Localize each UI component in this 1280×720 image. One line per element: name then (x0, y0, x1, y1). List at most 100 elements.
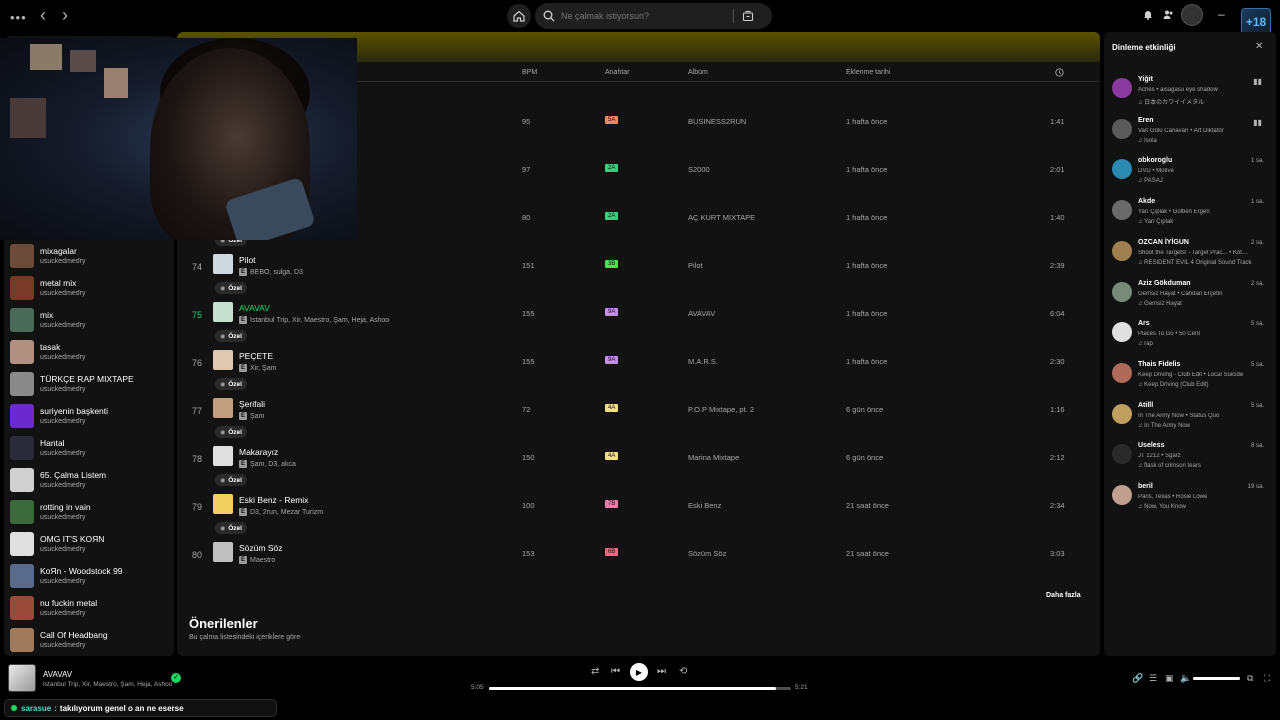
friend-avatar[interactable] (1112, 322, 1132, 343)
back-arrow-icon[interactable]: ‹ (36, 6, 50, 24)
friend-context[interactable]: ♫ flask of crimson tears (1138, 463, 1201, 469)
track-artists-text[interactable]: Istanbul Trip, Xir, Maestro, Şam, Heja, … (250, 317, 389, 324)
column-album[interactable]: Albüm (688, 69, 708, 76)
track-album[interactable]: Eski Benz (688, 501, 721, 510)
friend-track[interactable]: JT 1212 • Sgarz (1138, 453, 1250, 459)
track-artists-text[interactable]: Maestro (250, 557, 275, 564)
friend-activity-item[interactable]: obkoroglu DVD • Motive ♫ PASAJ 1 sa. (1112, 157, 1272, 197)
friend-avatar[interactable] (1112, 118, 1132, 139)
track-album[interactable]: Pilot (688, 261, 703, 270)
queue-icon[interactable]: ☰ (1149, 673, 1157, 684)
friend-name[interactable]: Akde (1138, 198, 1155, 205)
friend-name[interactable]: Aziz Gökduman (1138, 280, 1191, 287)
track-row[interactable]: 75 AVAVAV E Istanbul Trip, Xir, Maestro, Şa… (177, 292, 1100, 340)
friend-activity-item[interactable]: Atilll In The Army Now • Status Quo ♫ In T… (1112, 402, 1272, 442)
track-title[interactable]: Pilot (239, 255, 256, 265)
progress-bar[interactable] (489, 687, 791, 690)
show-more-button[interactable]: Daha fazla (1046, 592, 1081, 599)
library-playlist-item[interactable]: rotting in vain usuckedmedry (10, 496, 170, 528)
friend-name[interactable]: OZCAN İYİGUN (1138, 239, 1189, 246)
now-playing-title[interactable]: AVAVAV (43, 670, 72, 679)
friend-context[interactable]: ♫ Gemsiz Hayat (1138, 301, 1182, 307)
connect-device-icon[interactable]: ▣ (1165, 673, 1174, 684)
track-artists-text[interactable]: BEBO, sulga, D3 (250, 269, 303, 276)
track-row[interactable]: 74 Pilot E BEBO, sulga, D3 151 3B Pilot 1 hafta… (177, 244, 1100, 292)
track-title[interactable]: Şerifali (239, 399, 265, 409)
home-button[interactable] (507, 4, 531, 28)
friend-track[interactable]: Gemsiz Hayat • Candan Erçetin (1138, 291, 1250, 297)
library-playlist-item[interactable]: 65. Çalma Listem usuckedmedry (10, 464, 170, 496)
friend-track[interactable]: Keep Driving - Club Edit • Local Suicide (1138, 372, 1250, 378)
friend-avatar[interactable] (1112, 240, 1132, 261)
friend-track[interactable]: Van Gölü Canavarı • Art Diktatör (1138, 128, 1250, 134)
friend-track[interactable]: Paris, Texas • Rosie Lowe (1138, 494, 1250, 500)
track-album[interactable]: Sözüm Söz (688, 549, 726, 558)
library-playlist-item[interactable]: tasak usuckedmedry (10, 336, 170, 368)
friend-avatar[interactable] (1112, 159, 1132, 180)
friend-activity-item[interactable]: Yiğit Aches • aisagasu eye shadow ♫ 日本のカワイ… (1112, 76, 1272, 116)
lyrics-icon[interactable]: 🔗 (1132, 673, 1143, 684)
library-playlist-item[interactable]: suriyenin başkenti usuckedmedry (10, 400, 170, 432)
track-row[interactable]: 78 Makarayız E Şam, D3, akca 150 4A Marina Mix… (177, 436, 1100, 484)
saved-check-icon[interactable]: ✓ (171, 673, 181, 683)
friend-context[interactable]: ♫ RESIDENT EVIL 4 Original Sound Track (1138, 260, 1252, 266)
track-title[interactable]: Sözüm Söz (239, 543, 282, 553)
browse-icon[interactable] (742, 10, 754, 22)
friend-avatar[interactable] (1112, 200, 1132, 221)
friend-activity-item[interactable]: Akde Yarı Çıplak • Gülben Ergen ♫ Yarı Çıp… (1112, 198, 1272, 238)
friend-name[interactable]: obkoroglu (1138, 157, 1172, 164)
track-album[interactable]: BUSINESS2RUN (688, 117, 746, 126)
previous-icon[interactable]: ⏮ (611, 666, 620, 677)
track-artists-text[interactable]: D3, 2run, Mezar Turizm (250, 509, 323, 516)
search-input[interactable] (561, 11, 731, 21)
library-playlist-item[interactable]: mix usuckedmedry (10, 304, 170, 336)
minimize-icon[interactable]: – (1218, 7, 1225, 21)
track-artists-text[interactable]: Xir, Şam (250, 365, 276, 372)
track-album[interactable]: AÇ KURT MIXTAPE (688, 213, 755, 222)
now-playing-cover[interactable] (8, 664, 36, 692)
friend-context[interactable]: ♫ Keep Driving (Club Edit) (1138, 382, 1209, 388)
search-bar[interactable] (535, 3, 772, 29)
friend-name[interactable]: Thais Fidelis (1138, 361, 1180, 368)
friend-context[interactable]: ♫ PASAJ (1138, 178, 1163, 184)
friend-track[interactable]: Yarı Çıplak • Gülben Ergen (1138, 209, 1250, 215)
repeat-icon[interactable]: ⟲ (679, 666, 687, 677)
library-playlist-item[interactable]: TÜRKÇE RAP MIXTAPE usuckedmedry (10, 368, 170, 400)
notification-bell-icon[interactable] (1143, 9, 1153, 20)
friend-activity-icon[interactable] (1163, 9, 1174, 20)
track-album[interactable]: P.O.P Mixtape, pt. 2 (688, 405, 754, 414)
track-artists-text[interactable]: Şam (250, 413, 264, 420)
friend-context[interactable]: ♫ rap (1138, 341, 1153, 347)
friend-activity-item[interactable]: Eren Van Gölü Canavarı • Art Diktatör ♫ Is… (1112, 117, 1272, 157)
miniplayer-icon[interactable]: ⧉ (1247, 673, 1253, 684)
track-album[interactable]: M.A.R.S. (688, 357, 718, 366)
friend-avatar[interactable] (1112, 281, 1132, 302)
friend-context[interactable]: ♫ 日本のカワイイメタル (1138, 97, 1204, 106)
friend-activity-item[interactable]: Useless JT 1212 • Sgarz ♫ flask of crimson… (1112, 442, 1272, 482)
track-row[interactable]: 77 Şerifali E Şam 72 4A P.O.P Mixtape, pt. 2 6 … (177, 388, 1100, 436)
library-playlist-item[interactable]: nu fuckin metal usuckedmedry (10, 592, 170, 624)
friend-name[interactable]: Eren (1138, 117, 1154, 124)
friend-name[interactable]: Ars (1138, 320, 1150, 327)
library-playlist-item[interactable]: Call Of Headbang usuckedmedry (10, 624, 170, 656)
friend-activity-item[interactable]: beril Paris, Texas • Rosie Lowe ♫ Now, You… (1112, 483, 1272, 523)
friend-track[interactable]: Shoot the Targets! - Target Prac... • Ko… (1138, 250, 1250, 256)
menu-dots-icon[interactable]: ••• (10, 10, 27, 25)
track-title[interactable]: PEÇETE (239, 351, 273, 361)
friend-name[interactable]: beril (1138, 483, 1153, 490)
track-album[interactable]: Marina Mixtape (688, 453, 739, 462)
friend-track[interactable]: DVD • Motive (1138, 168, 1250, 174)
friend-context[interactable]: ♫ Now, You Know (1138, 504, 1186, 510)
friend-name[interactable]: Useless (1138, 442, 1164, 449)
friend-name[interactable]: Yiğit (1138, 76, 1153, 83)
track-album[interactable]: S2000 (688, 165, 710, 174)
track-artists-text[interactable]: Şam, D3, akca (250, 461, 296, 468)
track-title[interactable]: Eski Benz - Remix (239, 495, 308, 505)
friend-avatar[interactable] (1112, 78, 1132, 98)
friend-avatar[interactable] (1112, 362, 1132, 383)
friend-activity-item[interactable]: Thais Fidelis Keep Driving - Club Edit • … (1112, 361, 1272, 401)
friend-activity-item[interactable]: OZCAN İYİGUN Shoot the Targets! - Target … (1112, 239, 1272, 279)
friend-context[interactable]: ♫ In The Army Now (1138, 423, 1190, 429)
friend-context[interactable]: ♫ Yarı Çıplak (1138, 219, 1173, 225)
now-playing-artists[interactable]: Istanbul Trip, Xir, Maestro, Şam, Heja, … (43, 681, 172, 688)
